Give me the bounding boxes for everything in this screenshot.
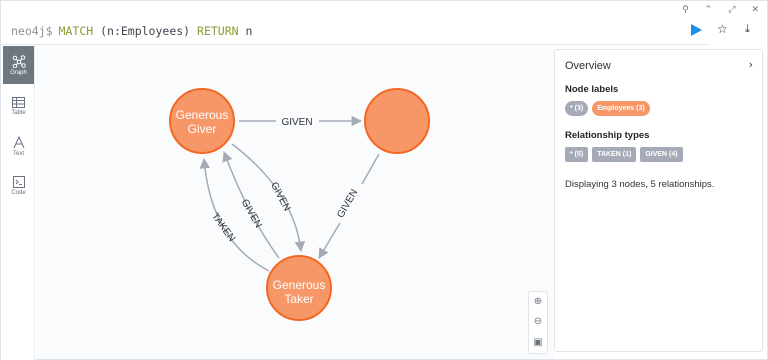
zoom-controls: ⊕ ⊖ ▣ xyxy=(528,291,548,354)
overview-panel: Overview › Node labels * (3) Employees (… xyxy=(554,49,763,352)
node-taker-line1: Generous xyxy=(273,278,326,292)
code-icon xyxy=(12,176,25,188)
view-rail: Graph Table Text Code xyxy=(1,45,35,360)
query-pattern: (n:Employees) xyxy=(93,23,198,38)
query-return-var: n xyxy=(238,23,253,38)
rail-label-table: Table xyxy=(11,109,26,116)
rail-item-table[interactable]: Table xyxy=(3,87,34,125)
relationship-type-chips: * (5) TAKEN (1) GIVEN (4) xyxy=(565,147,752,162)
chevron-up-icon[interactable]: ⌃ xyxy=(705,4,713,16)
chip-rel-given[interactable]: GIVEN (4) xyxy=(640,147,683,162)
overview-title: Overview xyxy=(565,60,611,72)
relationship-giver-given-unnamed[interactable]: GIVEN xyxy=(239,115,363,128)
rail-item-code[interactable]: Code xyxy=(3,167,34,205)
chip-node-employees[interactable]: Employees (3) xyxy=(592,101,650,116)
chip-node-all[interactable]: * (3) xyxy=(565,101,589,116)
graph-svg[interactable]: GIVEN GIVEN GIVEN TAKEN GIVEN Generous G… xyxy=(36,46,554,359)
chip-rel-all[interactable]: * (5) xyxy=(565,147,589,162)
query-editor[interactable]: neo4j$ MATCH (n:Employees) RETURN n xyxy=(1,17,709,45)
node-labels-heading: Node labels xyxy=(565,84,619,95)
zoom-in-icon[interactable]: ⊕ xyxy=(534,297,542,307)
rail-label-text: Text xyxy=(12,150,24,157)
relationship-types-heading: Relationship types xyxy=(565,130,650,141)
node-label-chips: * (3) Employees (3) xyxy=(565,101,752,116)
node-generous-taker[interactable]: Generous Taker xyxy=(266,255,332,321)
neo4j-result-frame: ⚲ ⌃ ⤢ ✕ neo4j$ MATCH (n:Employees) RETUR… xyxy=(0,0,768,360)
fit-icon[interactable]: ▣ xyxy=(533,337,542,348)
favorite-star-icon[interactable]: ☆ xyxy=(717,22,728,36)
window-controls: ⚲ ⌃ ⤢ ✕ xyxy=(682,3,759,17)
rail-item-text[interactable]: Text xyxy=(3,127,34,165)
relationship-unnamed-given-taker[interactable]: GIVEN xyxy=(318,153,380,259)
rail-item-graph[interactable]: Graph xyxy=(3,46,34,84)
pin-icon[interactable]: ⚲ xyxy=(682,4,689,16)
graph-canvas[interactable]: GIVEN GIVEN GIVEN TAKEN GIVEN Generous G… xyxy=(36,46,554,359)
zoom-out-icon[interactable]: ⊖ xyxy=(534,317,542,327)
query-text[interactable]: MATCH (n:Employees) RETURN n xyxy=(59,24,253,38)
rel-label-given-right: GIVEN xyxy=(335,188,360,220)
node-giver-line1: Generous xyxy=(176,108,229,122)
rel-label-given-inner: GIVEN xyxy=(239,198,264,230)
graph-icon xyxy=(12,54,26,68)
relationship-taker-given-giver[interactable]: GIVEN xyxy=(222,151,280,259)
table-icon xyxy=(12,96,25,108)
node-generous-giver[interactable]: Generous Giver xyxy=(169,88,235,154)
run-icon[interactable] xyxy=(689,23,703,37)
chip-rel-taken[interactable]: TAKEN (1) xyxy=(592,147,637,162)
node-taker-line2: Taker xyxy=(284,292,313,306)
download-icon[interactable]: ⤓ xyxy=(745,22,750,36)
query-keyword-return: RETURN xyxy=(197,23,239,38)
rel-label-given-mid: GIVEN xyxy=(268,181,292,214)
text-icon xyxy=(13,135,24,148)
node-giver-line2: Giver xyxy=(188,122,217,136)
close-icon[interactable]: ✕ xyxy=(751,4,759,16)
expand-icon[interactable]: ⤢ xyxy=(728,4,735,16)
rail-label-code: Code xyxy=(11,190,26,196)
relationship-giver-given-taker[interactable]: GIVEN xyxy=(231,143,306,253)
overview-summary: Displaying 3 nodes, 5 relationships. xyxy=(565,179,715,190)
rel-label-taken: TAKEN xyxy=(209,211,237,244)
node-unnamed[interactable] xyxy=(364,88,430,154)
rel-label-given-top: GIVEN xyxy=(281,117,312,128)
rail-label-graph: Graph xyxy=(10,69,27,76)
query-keyword-match: MATCH xyxy=(58,23,94,38)
chevron-right-icon[interactable]: › xyxy=(749,58,753,71)
prompt-label: neo4j$ xyxy=(11,23,53,38)
